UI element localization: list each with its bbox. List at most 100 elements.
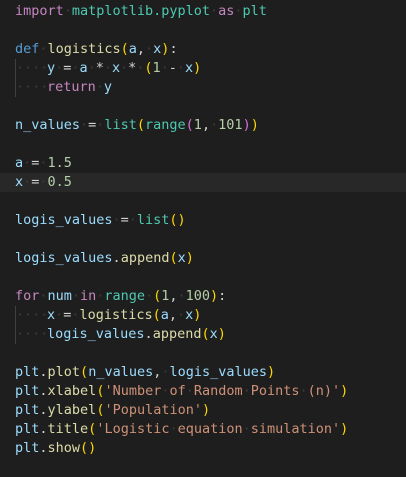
code-token: ) — [242, 117, 251, 133]
code-line[interactable]: y=a*x*(1-x) — [15, 59, 406, 78]
code-token: , — [153, 364, 162, 380]
whitespace-marker — [32, 78, 40, 97]
code-token: 101 — [218, 117, 243, 133]
code-line[interactable]: fornuminrange(1,100): — [15, 287, 406, 306]
code-line[interactable]: plt.ylabel('Population') — [15, 401, 406, 420]
whitespace-marker — [16, 59, 24, 78]
code-token: = — [31, 174, 40, 190]
code-line[interactable]: import matplotlib.pyplot asplt — [15, 2, 406, 21]
whitespace-marker — [24, 306, 32, 325]
code-token: x — [209, 326, 218, 342]
code-line[interactable]: plt.show() — [15, 439, 406, 458]
code-line[interactable]: plt.plot(n_values, logis_values) — [15, 363, 406, 382]
whitespace-marker — [88, 59, 96, 78]
code-token: num — [47, 288, 72, 304]
code-token: . — [144, 326, 153, 342]
code-token: range — [145, 117, 186, 133]
code-token: a — [160, 307, 169, 323]
whitespace-marker — [210, 116, 218, 135]
code-line[interactable]: logis_values = list() — [15, 211, 406, 230]
code-line[interactable] — [15, 21, 406, 40]
code-token: ( — [185, 117, 194, 133]
code-line[interactable]: x=logistics(a,x) — [15, 306, 406, 325]
code-line[interactable] — [15, 230, 406, 249]
whitespace-marker — [177, 59, 185, 78]
code-token: 'Number — [104, 383, 162, 399]
code-token: matplotlib.pyplot — [71, 3, 211, 19]
code-token: a — [79, 60, 88, 76]
code-token: ( — [153, 288, 162, 304]
code-token: xlabel — [47, 383, 97, 399]
code-line[interactable]: plt.xlabel('NumberofRandomPoints(n)') — [15, 382, 406, 401]
code-token: ) — [193, 307, 202, 323]
whitespace-marker — [145, 40, 153, 59]
code-token: ) — [209, 288, 219, 304]
code-token: ( — [144, 60, 153, 76]
code-token: ) — [185, 250, 194, 266]
code-line[interactable]: logis_values.append(x) — [15, 325, 406, 344]
code-line[interactable] — [15, 268, 406, 287]
indent-guide — [15, 306, 47, 325]
code-token: list — [104, 117, 137, 133]
whitespace-marker — [32, 306, 40, 325]
code-token: of — [169, 383, 186, 399]
code-token: y — [47, 60, 56, 76]
code-line[interactable]: plt.title('Logisticequationsimulation') — [15, 420, 406, 439]
code-token: append — [152, 326, 202, 342]
whitespace-marker — [177, 287, 185, 306]
code-token: plot — [47, 364, 81, 380]
code-token: , — [201, 117, 211, 133]
code-token: plt — [15, 383, 40, 399]
code-line[interactable] — [15, 192, 406, 211]
code-token: logistics — [79, 307, 153, 323]
whitespace-marker — [113, 211, 121, 230]
code-line[interactable]: logis_values.append(x) — [15, 249, 406, 268]
whitespace-marker — [72, 287, 80, 306]
code-token: * — [128, 60, 137, 76]
whitespace-marker — [16, 78, 24, 97]
code-token: (n)' — [307, 383, 341, 399]
code-line[interactable]: a = 1.5 — [15, 154, 406, 173]
code-token: x — [185, 60, 194, 76]
whitespace-marker — [210, 2, 218, 21]
whitespace-marker — [234, 2, 242, 21]
code-token: equation — [177, 421, 243, 437]
code-line[interactable]: deflogistics(a,x): — [15, 40, 406, 59]
code-token: 1.5 — [47, 155, 72, 171]
code-line[interactable] — [15, 344, 406, 363]
code-token: y — [103, 79, 113, 95]
code-token: x — [47, 307, 56, 323]
whitespace-marker — [32, 325, 40, 344]
code-token: import — [15, 3, 64, 19]
code-token: n_values — [15, 117, 81, 133]
code-token: range — [104, 288, 145, 304]
whitespace-marker — [24, 325, 32, 344]
code-token: return — [47, 79, 96, 95]
code-token: Random — [193, 383, 243, 399]
whitespace-marker — [186, 382, 194, 401]
code-line[interactable] — [15, 135, 406, 154]
code-token: ) — [340, 421, 349, 437]
code-line[interactable]: returny — [15, 78, 406, 97]
whitespace-marker — [32, 59, 40, 78]
code-token: append — [120, 250, 170, 266]
code-token: ) — [250, 117, 259, 133]
code-token: x — [111, 60, 121, 76]
code-token: as — [218, 3, 235, 19]
whitespace-marker — [16, 325, 24, 344]
code-token: , — [136, 41, 146, 57]
code-token: * — [95, 60, 104, 76]
code-line[interactable]: x = 0.5 — [0, 173, 406, 192]
whitespace-marker — [80, 116, 88, 135]
code-token: , — [168, 307, 178, 323]
code-token: 'Population' — [104, 402, 202, 418]
whitespace-marker — [64, 2, 72, 21]
whitespace-marker — [16, 306, 24, 325]
code-token: ) — [202, 402, 211, 418]
code-editor[interactable]: import matplotlib.pyplot as plt deflogistics… — [0, 0, 406, 477]
code-line[interactable]: n_values=list(range(1,101)) — [15, 116, 406, 135]
code-token: ( — [136, 117, 146, 133]
code-token: logis_values — [169, 364, 267, 380]
whitespace-marker — [120, 59, 128, 78]
code-line[interactable] — [15, 97, 406, 116]
